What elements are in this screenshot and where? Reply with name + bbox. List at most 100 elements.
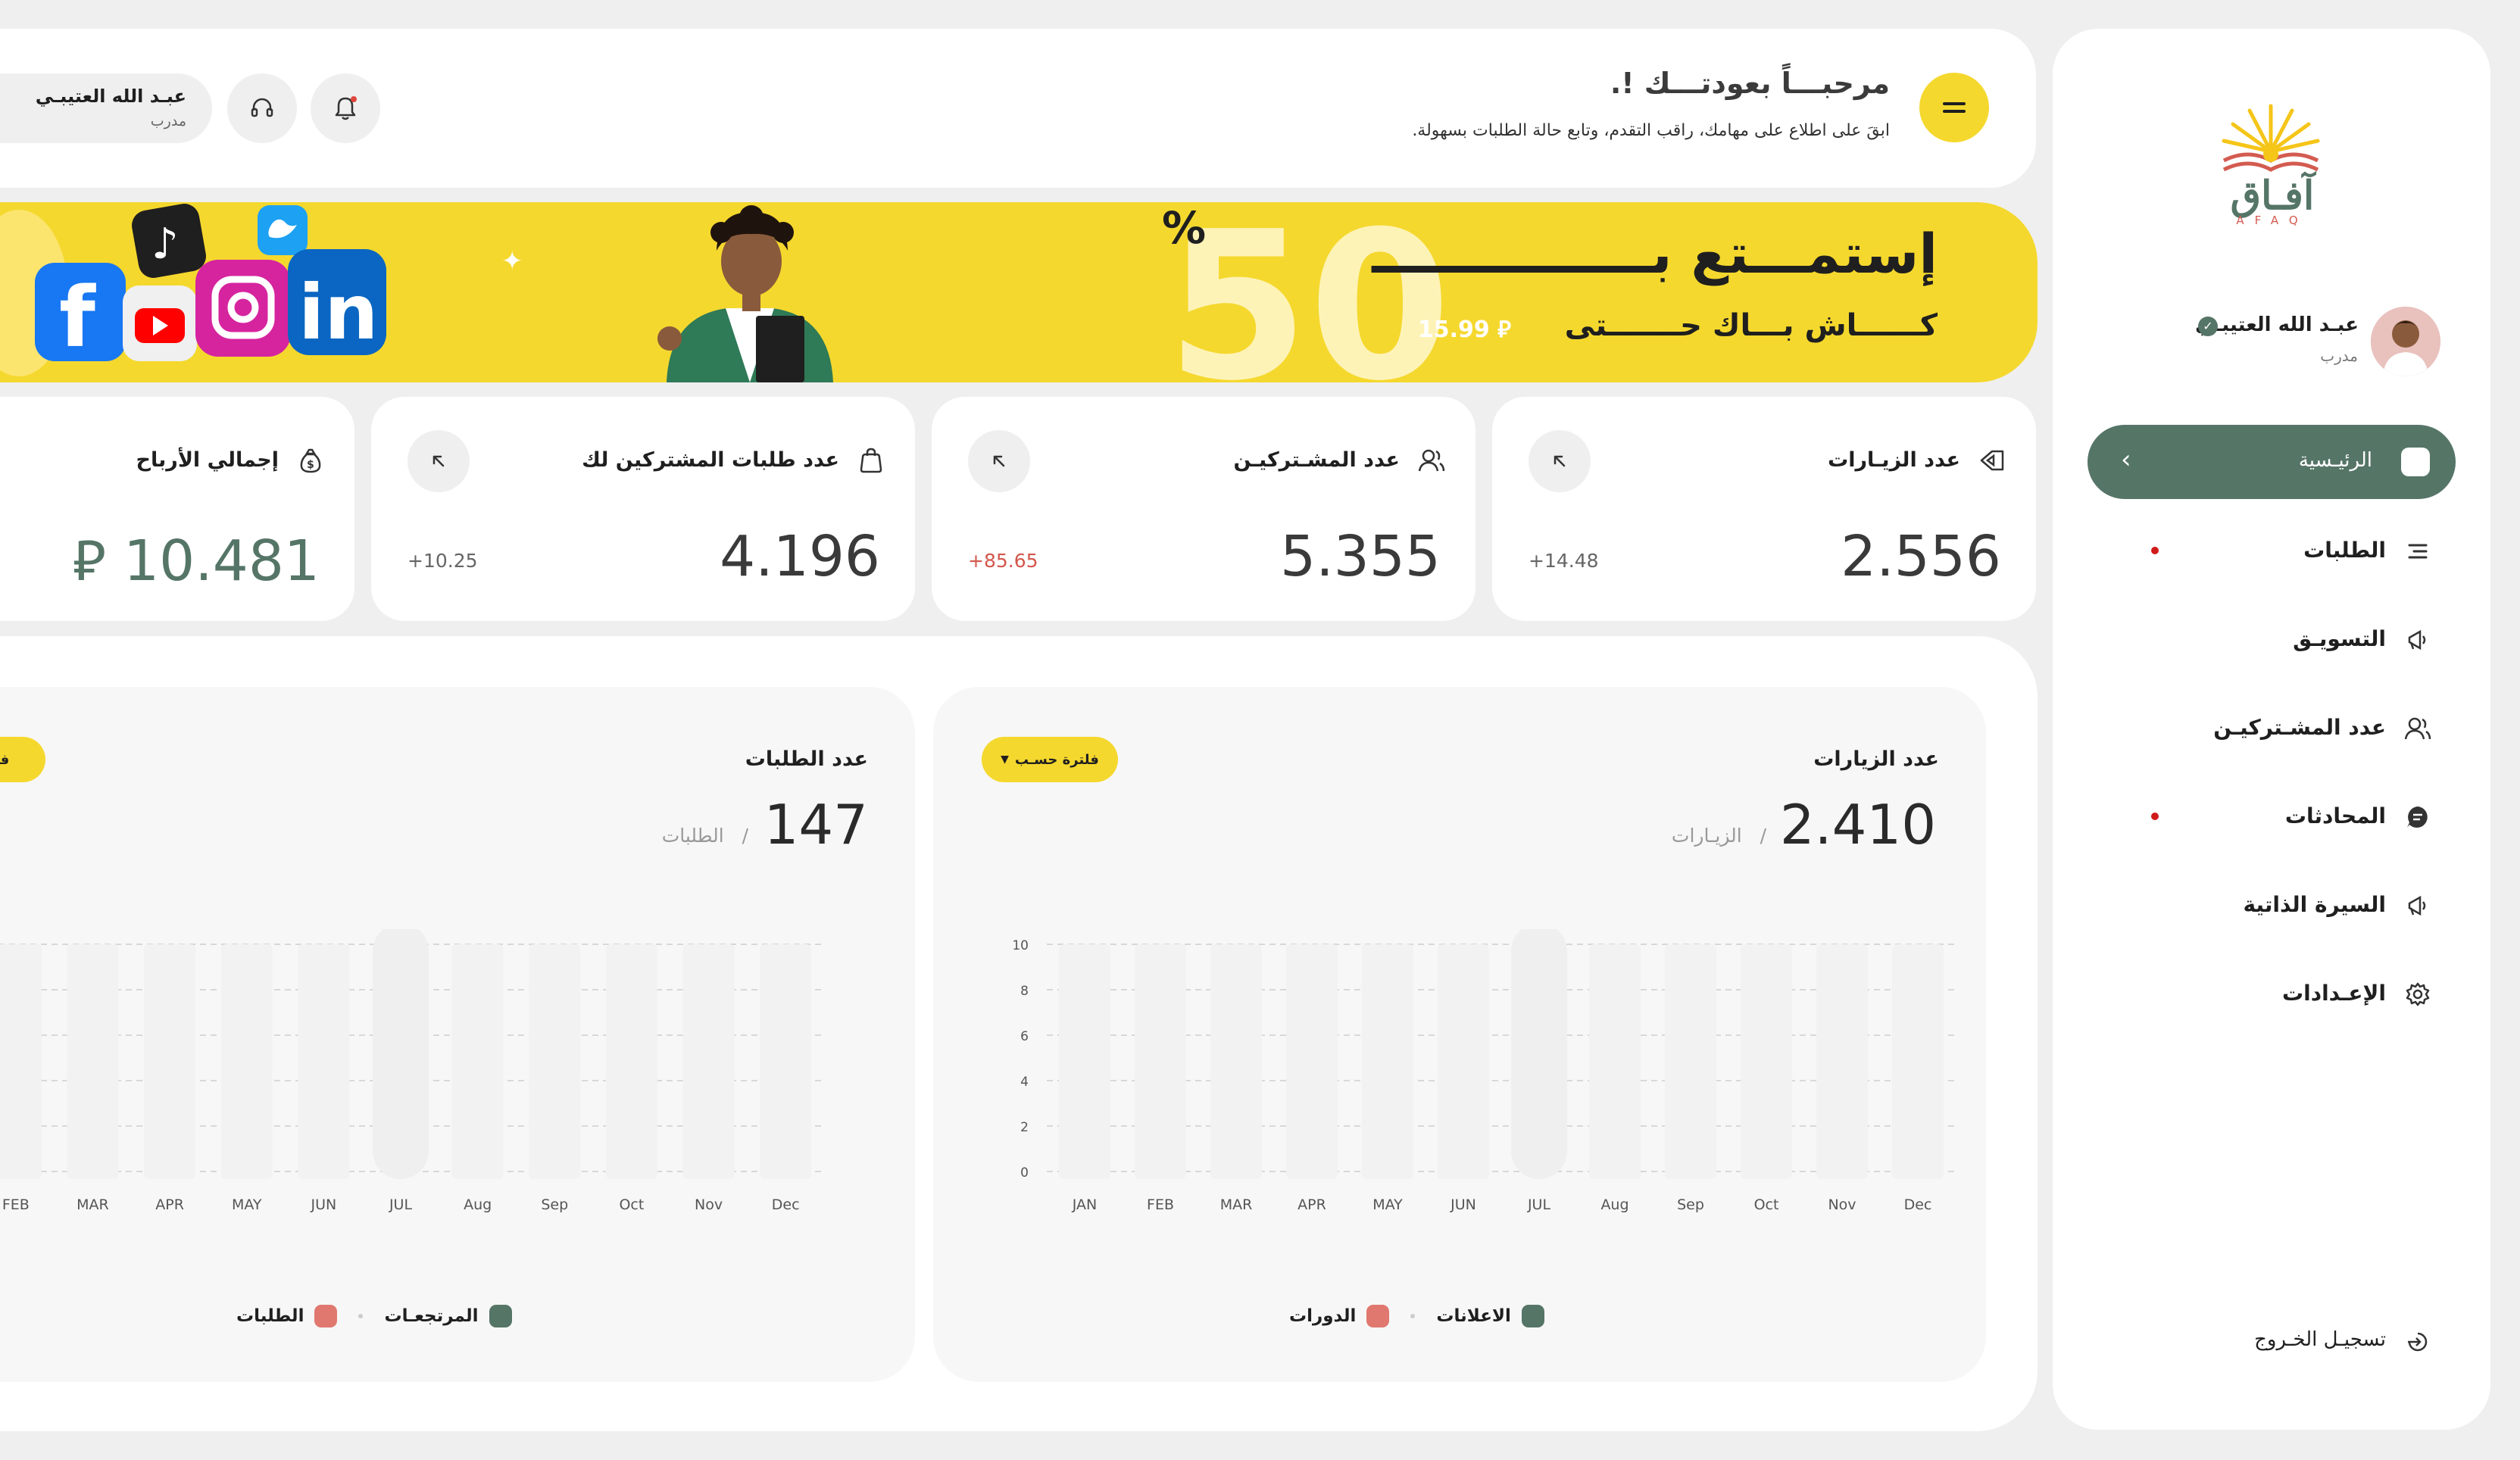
users-icon [1416,445,1447,476]
sidebar-item-home[interactable]: الرئيـسية ‹ [2088,425,2456,499]
sidebar-item-marketing[interactable]: التسويـق [2128,617,2447,663]
y-tick-label: 6 [1020,1029,1029,1044]
sidebar-item-chats[interactable]: المحادثات [2128,794,2447,840]
sidebar-item-label: عدد المشـتركيـن [2213,715,2386,740]
stat-value-number: 10.481 [123,529,320,594]
bar-track [1362,944,1413,1179]
promo-banner[interactable]: 50 % إستمـــتع بـــــــــــــــ كــــــا… [0,202,2038,382]
legend-item[interactable]: المرتجعـات [384,1305,512,1327]
x-tick-label: FEB [1147,1196,1174,1213]
x-tick-label: MAR [77,1196,109,1213]
sidebar-item-settings[interactable]: الإعـدادات [2128,972,2447,1017]
chart-total-unit: / الطلبات [662,825,748,847]
menu-icon [1943,102,1966,113]
visits-chart-card: عدد الزيارات 2.410 / الزيـارات فلترة حسـ… [933,687,1986,1382]
header-user-menu[interactable]: عبـد الله العتيبـي مدرب [0,73,212,143]
stat-card-earnings[interactable]: $ إجمالي الأرباح ⃁ 10.481 [0,397,354,621]
money-bag-icon: $ [295,445,326,476]
orders-bar-chart: FEB MAR APR MAY JUN JUL Aug Sep Oct Nov Dec [0,929,824,1213]
x-tick-label: MAY [232,1196,262,1213]
users-icon [2404,715,2431,742]
x-tick-label: JUL [389,1196,413,1213]
y-tick-label: 8 [1020,984,1029,999]
notification-dot [2151,547,2159,554]
unit-separator: / [723,825,748,847]
expand-button[interactable] [968,430,1030,492]
svg-text:♪: ♪ [151,220,179,269]
stat-title: عدد الزيـارات [1828,448,1960,472]
stat-change: +10.25 [408,550,478,572]
welcome-title: مرحبـــاً بعودتـــك !. [1610,67,1890,100]
x-tick-label: Oct [619,1196,644,1213]
student-illustration [657,205,833,382]
legend-separator [358,1314,364,1318]
sidebar-item-subscribers[interactable]: عدد المشـتركيـن [2128,706,2447,751]
bar-track [144,944,196,1179]
x-tick-label: Sep [1677,1196,1704,1213]
x-tick-label: MAR [1220,1196,1253,1213]
stat-card-subscriber-orders[interactable]: عدد طلبات المشتركين لك 4.196 +10.25 [371,397,915,621]
y-tick-label: 10 [1012,938,1029,953]
x-tick-label: Aug [1600,1196,1628,1213]
banner-title: إستمـــتع بـــــــــــــــ [1372,222,1938,285]
x-tick-label: APR [1297,1196,1326,1213]
stat-value: 5.355 [1280,524,1441,589]
x-tick-label: APR [155,1196,184,1213]
logout-icon [2404,1328,2431,1355]
filter-dropdown[interactable]: فلترة [0,737,45,782]
legend-item[interactable]: الدورات [1289,1305,1390,1327]
legend-label: الاعلانات [1436,1306,1511,1326]
stat-value: 2.556 [1841,524,2001,589]
header-user-name: عبـد الله العتيبـي [35,86,186,107]
logout-button[interactable]: تسجيـل الخـروج [2128,1319,2447,1365]
bar-track [1892,944,1944,1179]
banner-subtitle: كــــــاش بـــاك حـــــــتى [1564,308,1938,343]
y-tick-label: 0 [1020,1165,1029,1181]
expand-button[interactable] [408,430,470,492]
logo-text: آفـاق [2230,173,2315,219]
megaphone-icon [2404,626,2431,654]
chart-total-value: 147 [763,793,868,856]
bar-track [298,944,350,1179]
social-icons-illustration: f ♪ in [35,204,386,366]
stat-value: 4.196 [720,524,880,589]
chart-total-unit: / الزيـارات [1672,825,1766,847]
filter-dropdown[interactable]: فلترة حسـب ▼ [982,737,1118,782]
x-tick-label: JUN [1450,1196,1476,1213]
legend-item[interactable]: الطلبات [236,1305,338,1327]
unit-label: الطلبات [661,825,724,847]
bar-track [1741,944,1792,1179]
stat-change: +14.48 [1529,550,1599,572]
bar-track [1210,944,1262,1179]
bar-track [0,944,42,1179]
stat-card-subscribers[interactable]: عدد المشـتركيـن 5.355 +85.65 [932,397,1475,621]
sidebar-user-role: مدرب [2320,347,2358,365]
unit-label: الزيـارات [1671,825,1742,847]
sidebar-item-orders[interactable]: الطلبات [2128,529,2447,574]
legend-item[interactable]: الاعلانات [1436,1305,1544,1327]
avatar[interactable] [2371,307,2440,376]
bar-track [682,944,735,1179]
menu-button[interactable] [1919,73,1989,142]
expand-button[interactable] [1529,430,1591,492]
y-tick-label: 2 [1020,1120,1029,1135]
x-tick-label: Nov [695,1196,723,1213]
bar-track [373,929,429,1179]
stat-card-visits[interactable]: عدد الزيـارات 2.556 +14.48 [1492,397,2036,621]
support-button[interactable] [227,73,297,143]
chart-legend: المرتجعـات الطلبات [236,1305,512,1327]
welcome-subtitle: ابقَ على اطلاع على مهامك، راقب التقدم، و… [1412,121,1890,140]
bar-track [1135,944,1186,1179]
x-tick-label: JUN [310,1196,336,1213]
orders-chart-card: عدد الطلبات 147 / الطلبات فلترة FEB MAR AP… [0,687,915,1382]
x-tick-label: MAY [1372,1196,1403,1213]
chart-title: عدد الطلبات [745,747,868,771]
y-tick-label: 4 [1020,1075,1029,1090]
chart-title: عدد الزيارات [1813,747,1939,771]
bar-track [760,944,812,1179]
notifications-button[interactable] [311,73,380,143]
chart-total-value: 2.410 [1779,793,1936,856]
sidebar-item-label: الرئيـسية [2298,449,2372,472]
sidebar-item-cv[interactable]: السيرة الذاتية [2128,883,2447,928]
sidebar-item-label: التسويـق [2293,626,2386,651]
